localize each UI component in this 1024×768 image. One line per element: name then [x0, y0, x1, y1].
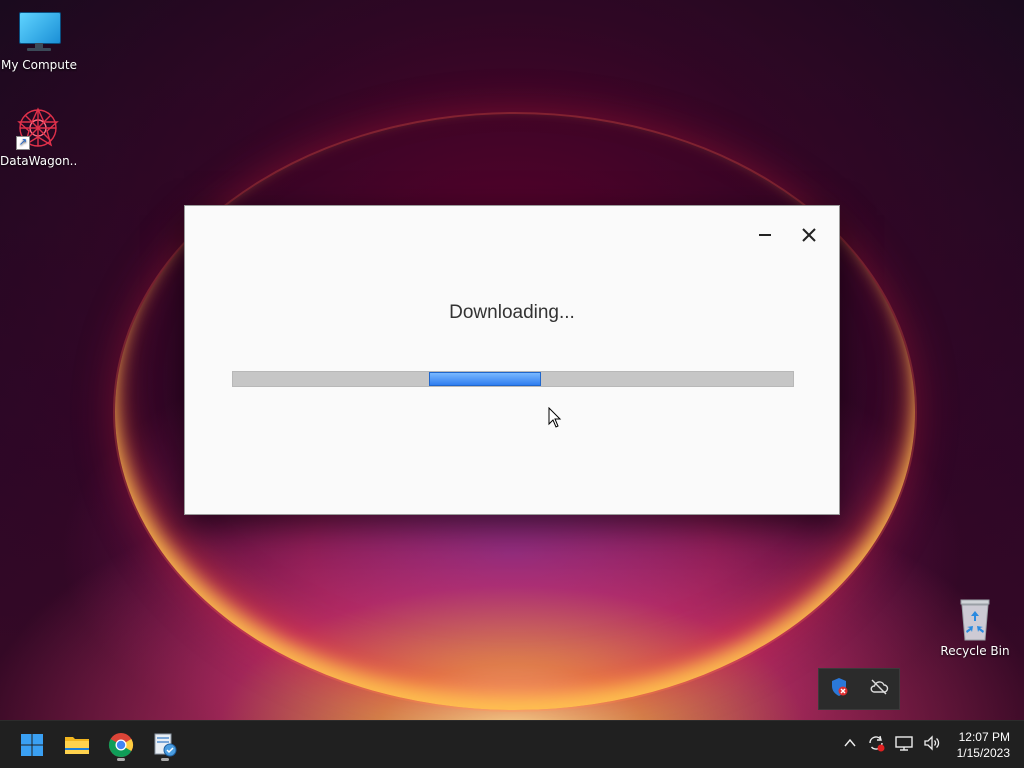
download-window: Downloading... — [184, 205, 840, 515]
desktop-icon-datawagon[interactable]: ↗ DataWagon... — [0, 106, 76, 168]
installer-app-icon — [154, 733, 177, 757]
datawagon-app-icon: ↗ — [16, 106, 60, 150]
tray-overflow-popup — [818, 668, 900, 710]
clock-time: 12:07 PM — [958, 730, 1010, 744]
taskbar-file-explorer[interactable] — [61, 729, 93, 761]
shortcut-arrow-icon: ↗ — [16, 136, 30, 150]
progress-bar — [232, 371, 794, 387]
recycle-bin-icon — [953, 596, 997, 641]
desktop-icon-label: My Computer — [1, 58, 77, 72]
minimize-button[interactable] — [745, 218, 785, 252]
taskbar-installer-app[interactable] — [149, 729, 181, 761]
network-icon[interactable] — [894, 733, 914, 757]
taskbar: 12:07 PM 1/15/2023 — [0, 720, 1024, 768]
minimize-icon — [759, 234, 771, 236]
file-explorer-icon — [65, 737, 89, 754]
desktop-icon-label: Recycle Bin — [940, 644, 1010, 658]
running-indicator — [117, 758, 125, 761]
close-icon — [802, 228, 816, 242]
cloud-offline-icon[interactable] — [869, 677, 889, 701]
monitor-icon — [17, 10, 61, 54]
start-button[interactable] — [16, 729, 48, 761]
volume-icon[interactable] — [922, 733, 942, 757]
start-windows-icon — [21, 734, 43, 756]
sync-icon[interactable] — [866, 733, 886, 757]
desktop: My Computer ↗ DataWagon... Recycle Bin D… — [0, 0, 1024, 768]
system-tray — [842, 733, 942, 757]
taskbar-clock[interactable]: 12:07 PM 1/15/2023 — [957, 729, 1010, 761]
taskbar-chrome[interactable] — [105, 729, 137, 761]
download-status-text: Downloading... — [449, 302, 575, 323]
close-button[interactable] — [789, 218, 829, 252]
chrome-icon — [108, 733, 134, 758]
mouse-cursor-icon — [548, 407, 562, 428]
progress-bar-fill — [429, 372, 541, 386]
security-shield-icon[interactable] — [829, 677, 849, 701]
running-indicator — [161, 758, 169, 761]
desktop-icon-label: DataWagon... — [0, 154, 76, 168]
chevron-up-icon[interactable] — [842, 735, 858, 755]
clock-date: 1/15/2023 — [956, 746, 1010, 760]
desktop-icon-recycle-bin[interactable]: Recycle Bin — [937, 596, 1013, 658]
desktop-icon-my-computer[interactable]: My Computer — [1, 10, 77, 72]
